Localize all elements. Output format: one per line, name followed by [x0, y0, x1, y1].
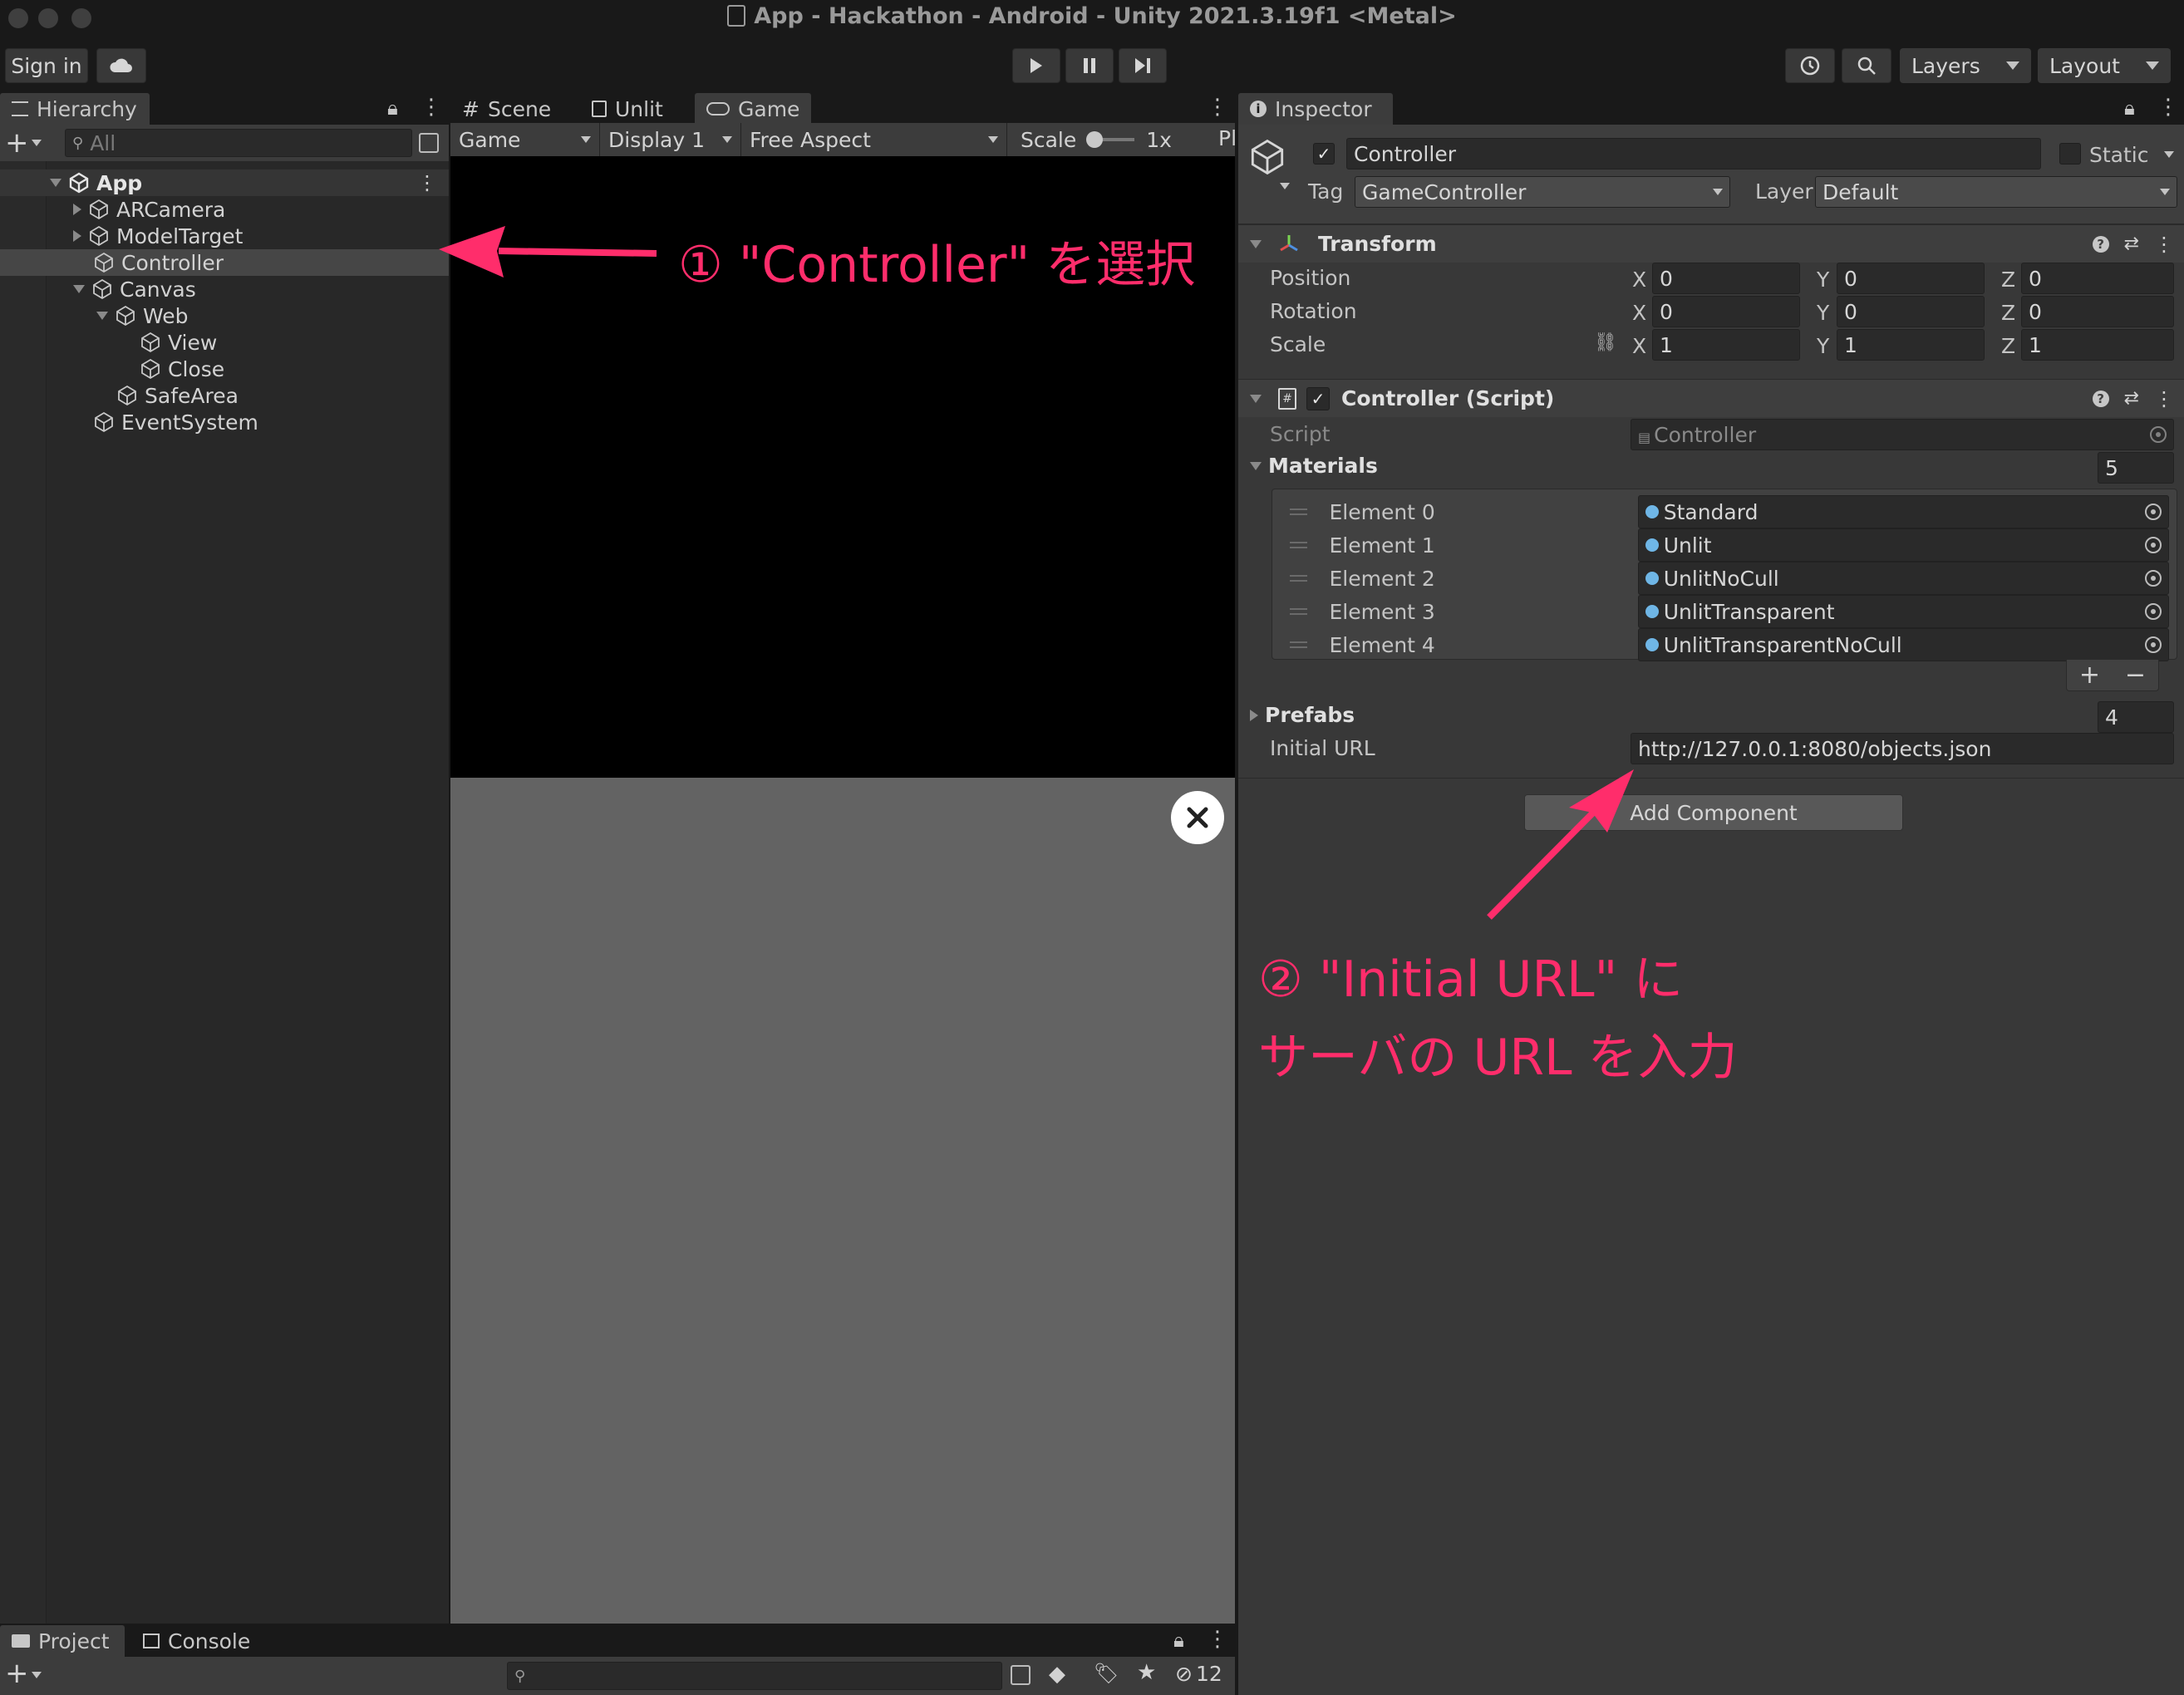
annotation-step-2-line-2: サーバの URL を入力 [1258, 1029, 1738, 1087]
arrow-to-controller [439, 226, 657, 278]
annotation-step-1: ① "Controller" を選択 [678, 236, 1196, 294]
arrow-to-initial-url [1487, 769, 1634, 920]
annotation-step-2-line-1: ② "Initial URL" に [1258, 951, 1684, 1009]
